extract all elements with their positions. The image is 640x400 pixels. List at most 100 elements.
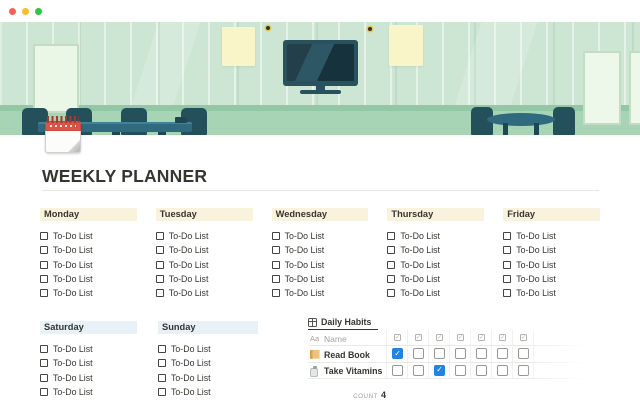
todo-label[interactable]: To-Do List	[53, 373, 93, 383]
checkbox-column-header[interactable]	[512, 330, 533, 345]
habit-checkbox[interactable]	[496, 364, 508, 376]
todo-checkbox[interactable]	[503, 275, 512, 284]
todo-checkbox[interactable]	[158, 359, 166, 368]
todo-checkbox[interactable]	[387, 275, 396, 284]
todo-label[interactable]: To-Do List	[285, 260, 325, 270]
todo-checkbox[interactable]	[40, 373, 48, 382]
row-title[interactable]: Read Book	[324, 350, 370, 360]
habit-checkbox[interactable]	[517, 348, 529, 360]
todo-checkbox[interactable]	[155, 275, 164, 284]
todo-label[interactable]: To-Do List	[400, 231, 440, 241]
todo-label[interactable]: To-Do List	[169, 288, 209, 298]
page-title[interactable]: WEEKLY PLANNER	[42, 166, 207, 187]
habit-checkbox[interactable]	[454, 364, 466, 376]
todo-label[interactable]: To-Do List	[53, 260, 93, 270]
habit-checkbox[interactable]	[412, 348, 424, 360]
todo-checkbox[interactable]	[40, 232, 48, 241]
row-title[interactable]: Take Vitamins	[324, 366, 382, 376]
todo-label[interactable]: To-Do List	[53, 288, 93, 298]
todo-checkbox[interactable]	[387, 260, 396, 269]
habit-checkbox[interactable]	[391, 348, 403, 360]
zoom-button[interactable]	[35, 8, 42, 15]
todo-checkbox[interactable]	[271, 289, 280, 298]
todo-label[interactable]: To-Do List	[171, 373, 211, 383]
todo-label[interactable]: To-Do List	[169, 245, 209, 255]
habit-checkbox[interactable]	[517, 364, 529, 376]
checkbox-column-header[interactable]	[470, 330, 491, 345]
habit-checkbox[interactable]	[391, 364, 403, 376]
close-button[interactable]	[9, 8, 16, 15]
todo-label[interactable]: To-Do List	[285, 288, 325, 298]
habit-checkbox[interactable]	[475, 364, 487, 376]
habit-checkbox[interactable]	[496, 348, 508, 360]
todo-checkbox[interactable]	[271, 232, 280, 241]
page-icon-spiral-calendar-icon[interactable]	[45, 116, 81, 154]
habit-checkbox[interactable]	[454, 348, 466, 360]
todo-label[interactable]: To-Do List	[516, 231, 556, 241]
todo-checkbox[interactable]	[40, 345, 48, 354]
todo-checkbox[interactable]	[271, 260, 280, 269]
checkbox-column-header[interactable]	[386, 330, 407, 345]
todo-label[interactable]: To-Do List	[169, 260, 209, 270]
table-footer-count[interactable]: COUNT 4	[308, 385, 386, 400]
day-header[interactable]: Thursday	[387, 208, 485, 221]
todo-checkbox[interactable]	[387, 246, 396, 255]
checkbox-column-header[interactable]	[407, 330, 428, 345]
day-header[interactable]: Tuesday	[155, 208, 253, 221]
todo-checkbox[interactable]	[158, 388, 166, 397]
checkbox-column-header[interactable]	[428, 330, 449, 345]
todo-checkbox[interactable]	[155, 260, 164, 269]
view-tab-daily-habits[interactable]: Daily Habits	[308, 316, 378, 330]
habit-checkbox[interactable]	[475, 348, 487, 360]
todo-checkbox[interactable]	[40, 246, 48, 255]
todo-checkbox[interactable]	[503, 260, 512, 269]
todo-checkbox[interactable]	[40, 289, 48, 298]
checkbox-column-header[interactable]	[491, 330, 512, 345]
todo-checkbox[interactable]	[387, 232, 396, 241]
day-header[interactable]: Sunday	[158, 321, 258, 334]
todo-label[interactable]: To-Do List	[53, 358, 93, 368]
todo-label[interactable]: To-Do List	[516, 260, 556, 270]
todo-label[interactable]: To-Do List	[400, 245, 440, 255]
todo-checkbox[interactable]	[158, 373, 166, 382]
todo-checkbox[interactable]	[387, 289, 396, 298]
todo-label[interactable]: To-Do List	[516, 288, 556, 298]
todo-label[interactable]: To-Do List	[53, 344, 93, 354]
todo-checkbox[interactable]	[503, 246, 512, 255]
todo-label[interactable]: To-Do List	[516, 274, 556, 284]
todo-checkbox[interactable]	[503, 232, 512, 241]
todo-checkbox[interactable]	[158, 345, 166, 354]
day-header[interactable]: Saturday	[40, 321, 137, 334]
habit-checkbox[interactable]	[433, 348, 445, 360]
todo-label[interactable]: To-Do List	[285, 245, 325, 255]
todo-checkbox[interactable]	[155, 289, 164, 298]
todo-checkbox[interactable]	[40, 388, 48, 397]
todo-label[interactable]: To-Do List	[53, 387, 93, 397]
day-header[interactable]: Friday	[503, 208, 600, 221]
todo-checkbox[interactable]	[40, 275, 48, 284]
minimize-button[interactable]	[22, 8, 29, 15]
day-header[interactable]: Monday	[40, 208, 137, 221]
habit-checkbox[interactable]	[433, 364, 445, 376]
todo-label[interactable]: To-Do List	[171, 344, 211, 354]
todo-checkbox[interactable]	[40, 359, 48, 368]
todo-label[interactable]: To-Do List	[171, 358, 211, 368]
todo-label[interactable]: To-Do List	[400, 288, 440, 298]
todo-checkbox[interactable]	[155, 232, 164, 241]
todo-label[interactable]: To-Do List	[285, 231, 325, 241]
todo-label[interactable]: To-Do List	[285, 274, 325, 284]
todo-checkbox[interactable]	[503, 289, 512, 298]
checkbox-column-header[interactable]	[449, 330, 470, 345]
day-header[interactable]: Wednesday	[271, 208, 369, 221]
todo-label[interactable]: To-Do List	[516, 245, 556, 255]
todo-label[interactable]: To-Do List	[53, 274, 93, 284]
todo-checkbox[interactable]	[271, 246, 280, 255]
todo-checkbox[interactable]	[155, 246, 164, 255]
todo-checkbox[interactable]	[271, 275, 280, 284]
todo-label[interactable]: To-Do List	[171, 387, 211, 397]
todo-label[interactable]: To-Do List	[53, 245, 93, 255]
todo-label[interactable]: To-Do List	[169, 274, 209, 284]
todo-checkbox[interactable]	[40, 260, 48, 269]
todo-label[interactable]: To-Do List	[400, 260, 440, 270]
todo-label[interactable]: To-Do List	[169, 231, 209, 241]
